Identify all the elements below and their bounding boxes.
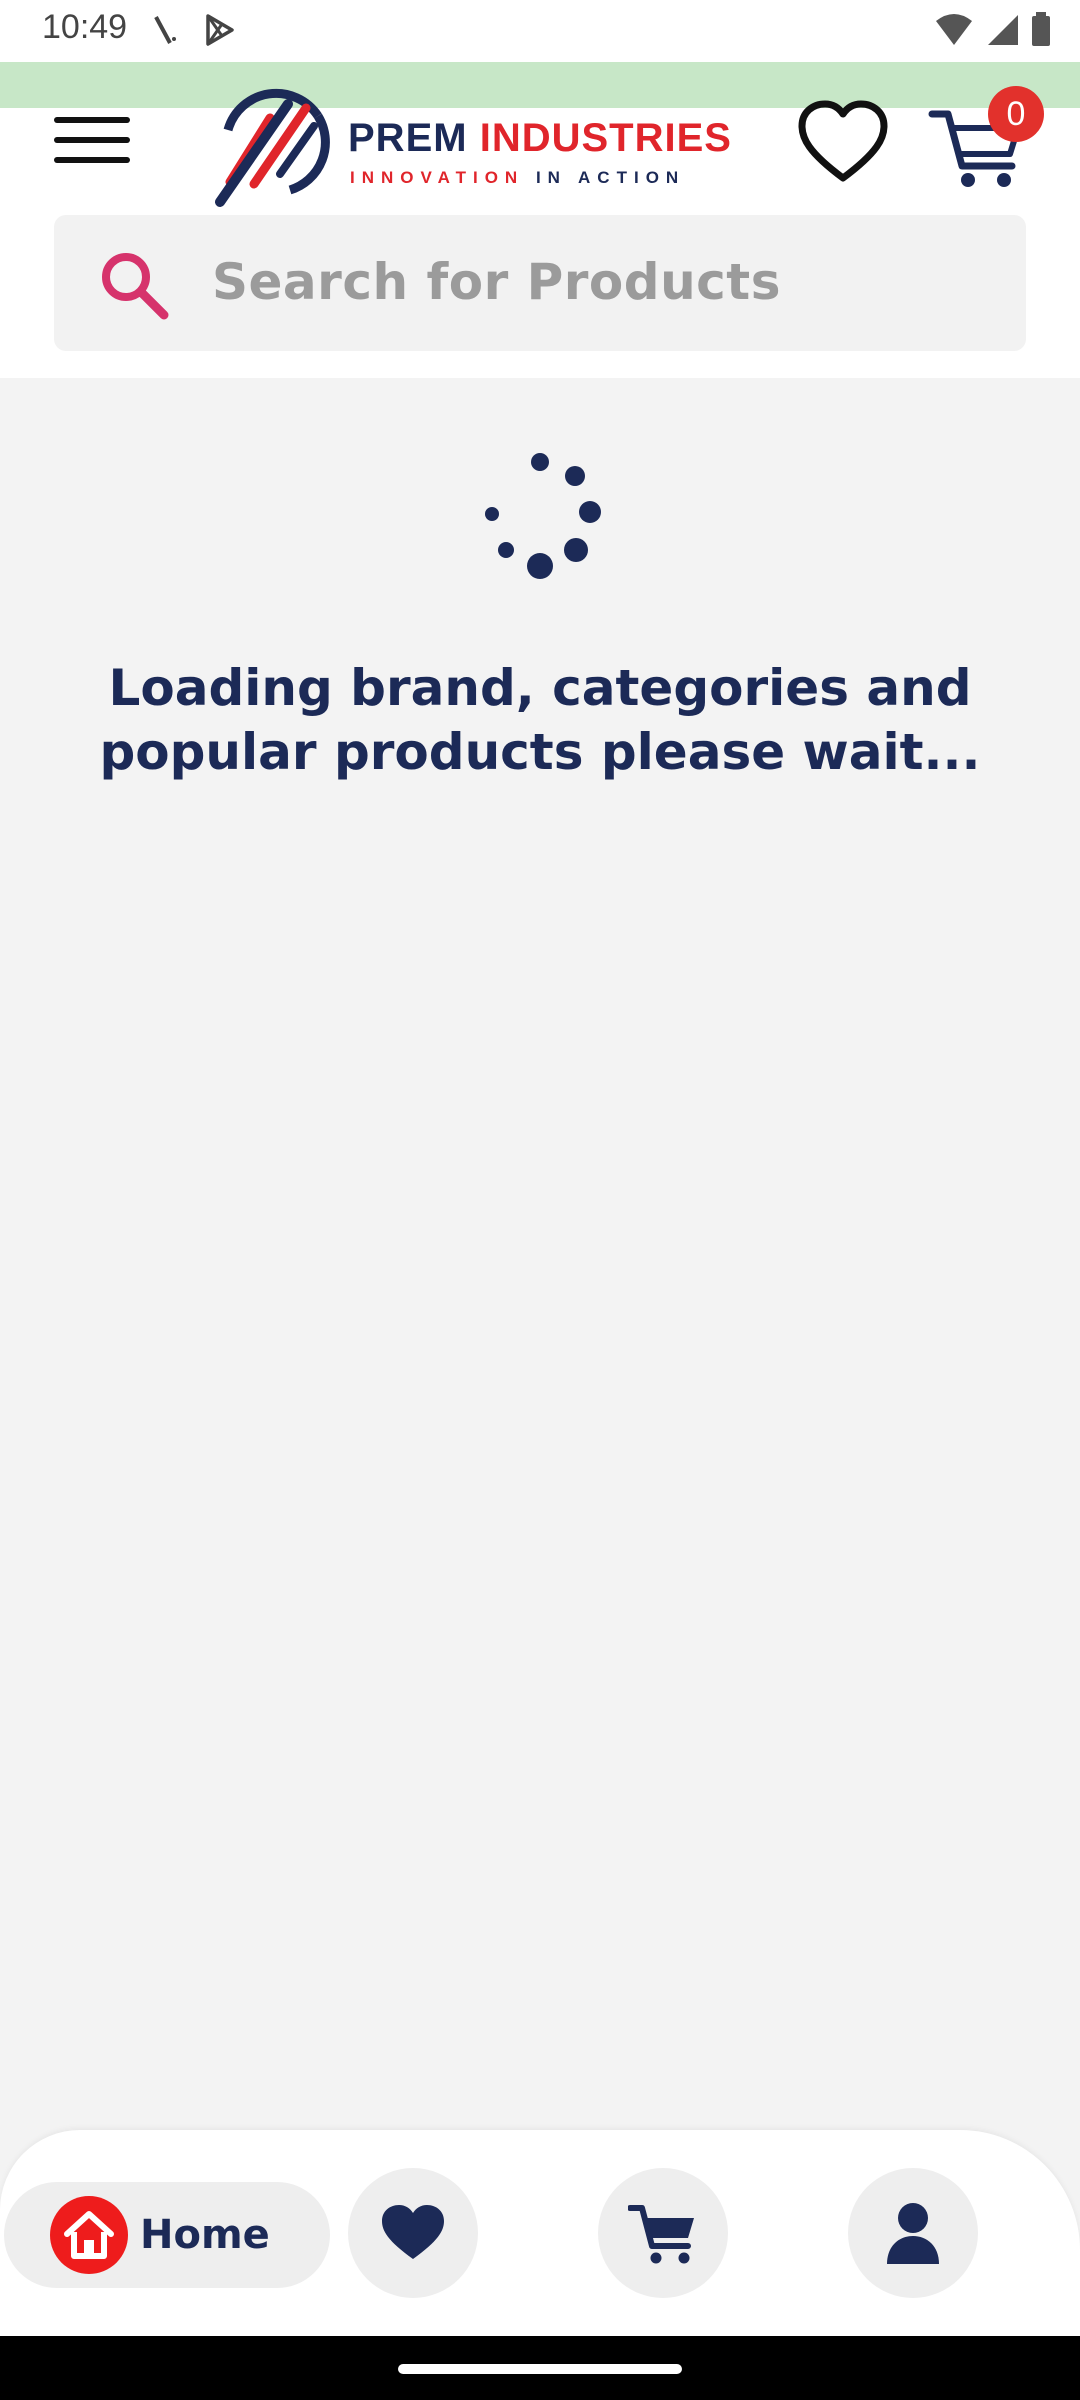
brand-tagline: INNOVATION IN ACTION: [350, 168, 686, 187]
nav-home-button[interactable]: Home: [4, 2182, 330, 2288]
hamburger-menu-icon[interactable]: [54, 108, 130, 168]
home-icon: [50, 2196, 128, 2274]
play-store-icon: [206, 14, 234, 46]
nav-home-label: Home: [140, 2212, 270, 2258]
search-icon[interactable]: [96, 247, 172, 323]
loading-spinner-icon: [485, 453, 601, 579]
app-header: PREM INDUSTRIES INNOVATION IN ACTION 0 S…: [0, 86, 1080, 378]
home-gesture-handle[interactable]: [398, 2364, 682, 2374]
search-placeholder: Search for Products: [212, 253, 781, 311]
status-time: 10:49: [42, 8, 128, 46]
person-icon: [887, 2203, 939, 2264]
status-icons-right: [934, 12, 1052, 48]
cart-icon: [628, 2205, 694, 2264]
nav-profile-button[interactable]: [848, 2168, 978, 2298]
heart-filled-icon: [382, 2205, 444, 2259]
signal-icon: [988, 15, 1018, 45]
bottom-navigation: Home: [0, 2130, 1080, 2336]
battery-icon: [1032, 12, 1050, 46]
nav-wishlist-button[interactable]: [348, 2168, 478, 2298]
wifi-icon: [936, 14, 972, 45]
search-input[interactable]: Search for Products: [54, 215, 1026, 351]
mute-icon: [154, 16, 176, 44]
nav-cart-button[interactable]: [598, 2168, 728, 2298]
system-gesture-bar: [0, 2336, 1080, 2400]
logo-mark-icon: [215, 88, 330, 207]
heart-outline-icon: [798, 100, 888, 182]
loading-message: Loading brand, categories and popular pr…: [99, 659, 981, 781]
wishlist-button[interactable]: [798, 100, 888, 186]
cart-count-badge: 0: [988, 86, 1044, 142]
brand-logo[interactable]: PREM INDUSTRIES INNOVATION IN ACTION: [210, 78, 731, 208]
brand-name: PREM INDUSTRIES: [348, 116, 732, 160]
status-icons-left: [150, 12, 236, 48]
status-bar: 10:49: [0, 0, 1080, 62]
